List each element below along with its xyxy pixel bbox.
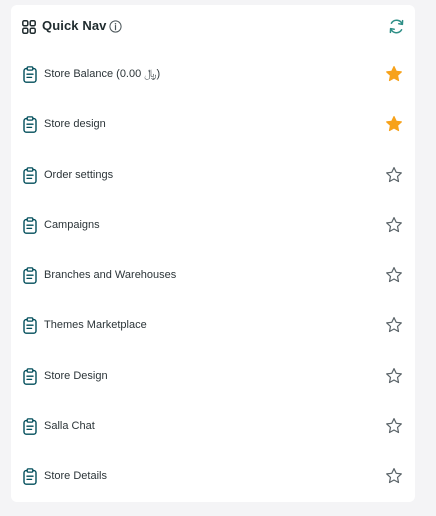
clipboard-icon — [23, 267, 37, 285]
star-filled-icon[interactable] — [385, 115, 403, 133]
quick-nav-item-label: Store design — [44, 118, 106, 131]
star-outline-icon[interactable] — [385, 467, 403, 485]
quick-nav-item[interactable]: Store design — [11, 99, 415, 149]
info-icon[interactable] — [109, 20, 122, 33]
clipboard-icon — [23, 418, 37, 435]
clipboard-icon — [23, 116, 37, 134]
star-outline-icon[interactable] — [385, 316, 403, 334]
quick-nav-item-label: Branches and Warehouses — [44, 269, 177, 282]
clipboard-icon — [23, 166, 37, 184]
quick-nav-item[interactable]: Order settings — [11, 150, 415, 200]
quick-nav-item-label: Campaigns — [44, 218, 100, 231]
clipboard-icon — [23, 468, 37, 486]
page-title: Quick Nav — [42, 18, 107, 33]
clipboard-icon — [23, 66, 37, 83]
quick-nav-item[interactable]: Salla Chat — [11, 401, 415, 451]
star-outline-icon[interactable] — [385, 166, 403, 184]
clipboard-icon — [23, 317, 37, 335]
quick-nav-item[interactable]: Store Balance (0.00 ﷼) — [11, 49, 415, 99]
star-outline-icon[interactable] — [385, 367, 403, 385]
quick-nav-item-label: Store Details — [44, 470, 107, 483]
quick-nav-item-label: Salla Chat — [44, 420, 95, 433]
quick-nav-item-label: Order settings — [44, 168, 114, 181]
quick-nav-item[interactable]: Campaigns — [11, 200, 415, 250]
quick-nav-item[interactable]: Store Details — [11, 451, 415, 501]
clipboard-icon — [23, 217, 37, 234]
star-filled-icon[interactable] — [385, 65, 403, 83]
star-outline-icon[interactable] — [385, 417, 403, 435]
star-outline-icon[interactable] — [385, 266, 403, 284]
quick-nav-item-label: Store Balance (0.00 ﷼) — [44, 68, 161, 80]
quick-nav-list: Store Balance (0.00 ﷼) Store design Order … — [11, 49, 415, 502]
quick-nav-card: Quick Nav Store Balance (0.00 ﷼) Store de… — [11, 5, 415, 502]
quick-nav-item-label: Store Design — [44, 369, 108, 382]
grid-icon — [22, 20, 36, 34]
quick-nav-item[interactable]: Branches and Warehouses — [11, 250, 415, 300]
quick-nav-item[interactable]: Store Design — [11, 351, 415, 401]
quick-nav-item-label: Themes Marketplace — [44, 319, 147, 332]
clipboard-icon — [23, 368, 37, 385]
quick-nav-header: Quick Nav — [11, 5, 415, 49]
refresh-icon[interactable] — [388, 18, 405, 35]
star-outline-icon[interactable] — [385, 216, 403, 234]
quick-nav-item[interactable]: Themes Marketplace — [11, 300, 415, 350]
